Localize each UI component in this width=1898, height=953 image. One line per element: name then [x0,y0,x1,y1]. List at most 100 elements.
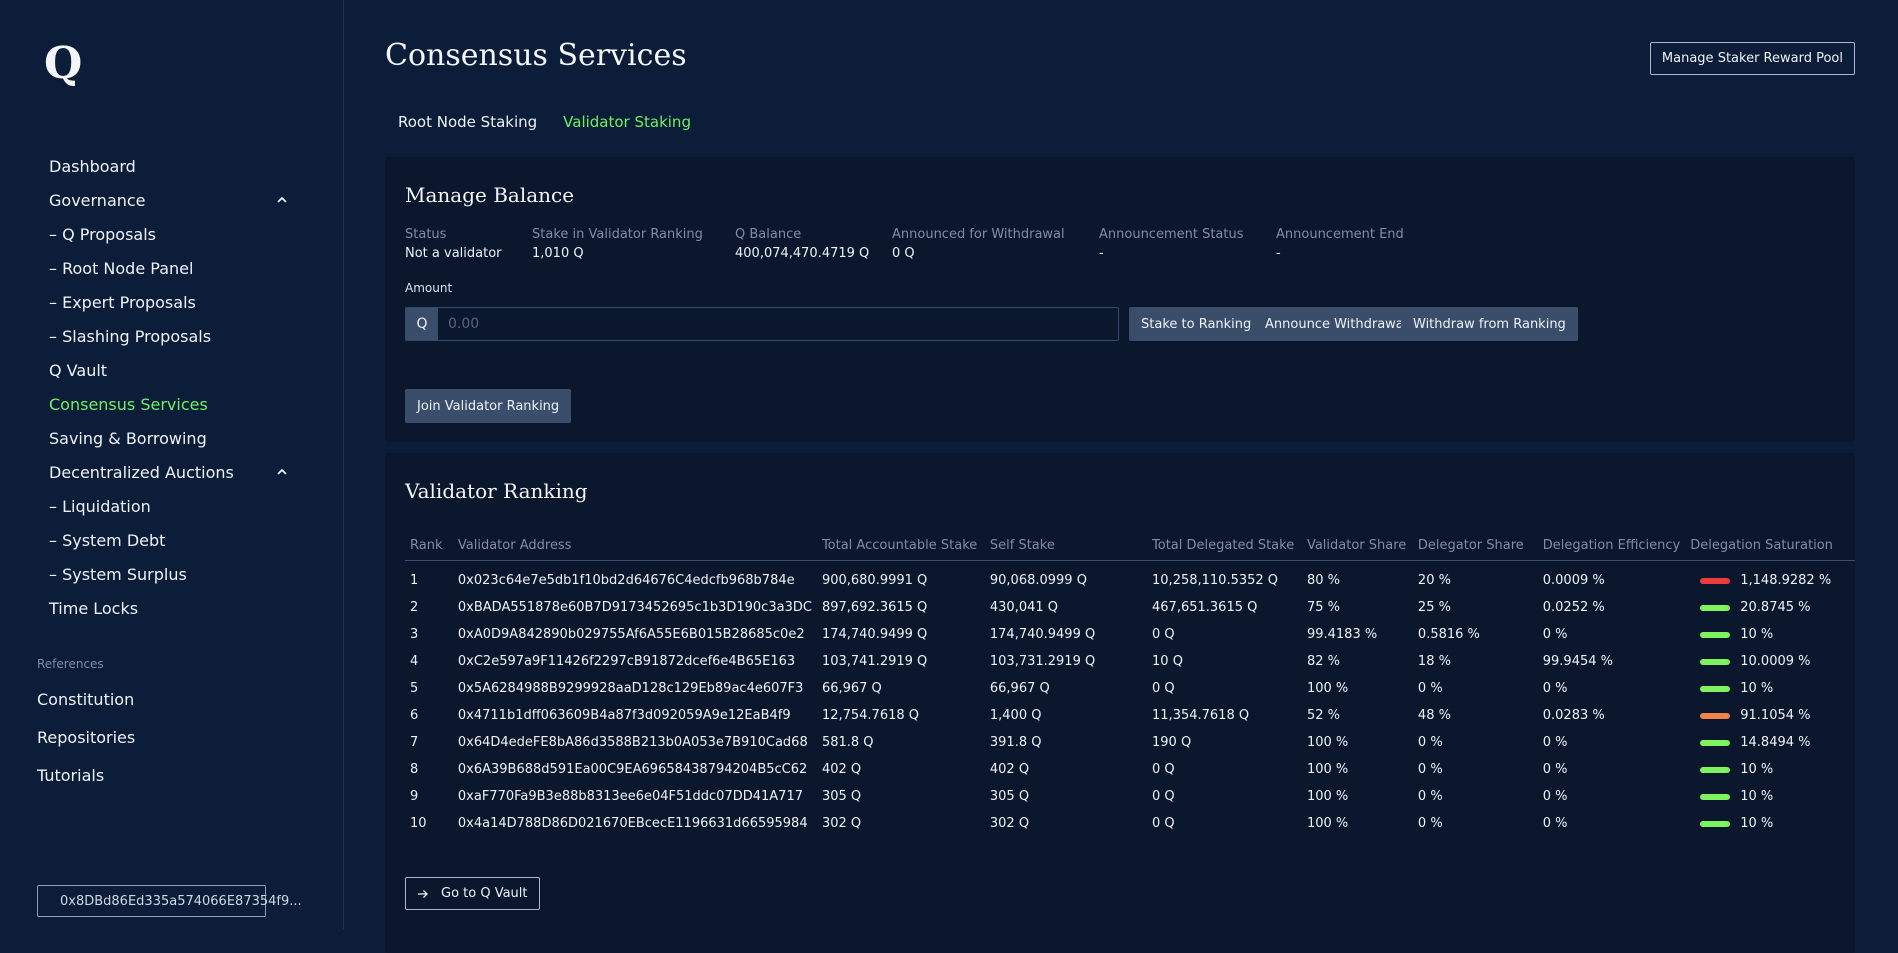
references-label: References [37,657,104,671]
sidebar-item-expert-proposals[interactable]: – Expert Proposals [49,285,289,319]
stat-status: Status Not a validator [405,227,502,261]
join-validator-ranking-button[interactable]: Join Validator Ranking [405,389,572,423]
sidebar-item-label: – Slashing Proposals [49,326,212,346]
sidebar: Q Dashboard Governance – Q Proposals – Root… [0,0,344,929]
cell-address[interactable]: 0xA0D9A842890b029755Af6A55E6B015B28685c0… [453,621,817,648]
cell-rank: 4 [410,654,419,669]
column-header[interactable]: Delegation Efficiency [1537,530,1686,561]
manage-staker-reward-pool-button[interactable]: Manage Staker Reward Pool [1649,42,1855,75]
sidebar-item-decentralized-auctions[interactable]: Decentralized Auctions [49,455,289,489]
sidebar-item-dashboard[interactable]: Dashboard [49,149,289,183]
stat-value: Not a validator [405,246,502,261]
saturation-wrap: 10 % [1690,681,1850,696]
cell-address[interactable]: 0x4a14D788D86D021670EBcecE1196631d665959… [453,810,817,837]
sidebar-item-saving-borrowing[interactable]: Saving & Borrowing [49,421,289,455]
table-row[interactable]: 5 0x5A6284988B9299928aaD128c129Eb89ac4e60… [405,675,1855,702]
cell-address[interactable]: 0xBADA551878e60B7D9173452695c1b3D190c3a3… [453,594,817,621]
chevron-up-icon[interactable] [275,193,289,207]
table-row[interactable]: 3 0xA0D9A842890b029755Af6A55E6B015B28685c… [405,621,1855,648]
manage-balance-title: Manage Balance [405,183,575,207]
saturation-indicator [1700,766,1731,773]
column-header[interactable]: Total Delegated Stake [1147,530,1302,561]
sidebar-item-root-node-panel[interactable]: – Root Node Panel [49,251,289,285]
cell-total: 12,754.7618 Q [821,708,920,723]
table-row[interactable]: 7 0x64D4edeFE8bA86d3588B213b0A053e7B910Ca… [405,729,1855,756]
sidebar-item-system-surplus[interactable]: – System Surplus [49,557,289,591]
cell-address[interactable]: 0x023c64e7e5db1f10bd2d64676C4edcfb968b78… [453,561,817,595]
cell-eff: 0 % [1542,627,1568,642]
cell-address[interactable]: 0x6A39B688d591Ea00C9EA69658438794204B5cC… [453,756,817,783]
sidebar-item-liquidation[interactable]: – Liquidation [49,489,289,523]
sidebar-item-label: Time Locks [49,598,139,618]
column-header[interactable]: Validator Share [1301,530,1413,561]
sidebar-item-q-proposals[interactable]: – Q Proposals [49,217,289,251]
cell-dshare: 20 % [1417,573,1451,588]
table-row[interactable]: 1 0x023c64e7e5db1f10bd2d64676C4edcfb968b7… [405,561,1855,595]
reference-repositories[interactable]: Repositories [37,718,135,756]
amount-input[interactable] [438,308,1118,340]
sidebar-item-governance[interactable]: Governance [49,183,289,217]
sidebar-item-slashing-proposals[interactable]: – Slashing Proposals [49,319,289,353]
table-row[interactable]: 2 0xBADA551878e60B7D9173452695c1b3D190c3a… [405,594,1855,621]
saturation-indicator [1700,631,1731,638]
cell-saturation: 91.1054 % [1685,702,1855,729]
table-row[interactable]: 4 0xC2e597a9F11426f2297cB91872dcef6e4B65E… [405,648,1855,675]
cell-address[interactable]: 0x64D4edeFE8bA86d3588B213b0A053e7B910Cad… [453,729,817,756]
column-header[interactable]: Self Stake [984,530,1148,561]
column-header[interactable]: Validator Address [452,530,817,561]
cell-total: 103,741.2919 Q [821,654,928,669]
stat-label: Status [405,227,447,242]
saturation-indicator [1700,604,1731,611]
column-header[interactable]: Delegation Saturation [1685,530,1855,561]
sidebar-item-label: Q Vault [49,360,108,380]
table-row[interactable]: 10 0x4a14D788D86D021670EBcecE1196631d6659… [405,810,1855,837]
cell-address[interactable]: 0x4711b1dff063609B4a87f3d092059A9e12EaB4… [453,702,817,729]
cell-vshare: 100 % [1306,735,1349,750]
cell-vshare: 82 % [1306,654,1340,669]
saturation-indicator [1700,712,1731,719]
cell-eff: 0 % [1542,762,1568,777]
cell-self: 66,967 Q [989,681,1050,696]
cell-dshare: 0.5816 % [1417,627,1480,642]
table-row[interactable]: 6 0x4711b1dff063609B4a87f3d092059A9e12EaB… [405,702,1855,729]
column-header[interactable]: Total Accountable Stake [816,530,985,561]
stat-announcement-end: Announcement End - [1276,227,1404,261]
cell-dshare: 25 % [1417,600,1451,615]
sidebar-item-consensus-services[interactable]: Consensus Services [49,387,289,421]
table-row[interactable]: 9 0xaF770Fa9B3e88b8313ee6e04F51ddc07DD41A… [405,783,1855,810]
reference-tutorials[interactable]: Tutorials [37,756,135,794]
go-to-q-vault-button[interactable]: Go to Q Vault [405,877,540,910]
chevron-up-icon[interactable] [275,465,289,479]
sidebar-item-q-vault[interactable]: Q Vault [49,353,289,387]
tab-validator-staking[interactable]: Validator Staking [563,113,691,131]
cell-address[interactable]: 0x5A6284988B9299928aaD128c129Eb89ac4e607… [453,675,817,702]
cell-total: 581.8 Q [821,735,874,750]
sidebar-item-label: – System Surplus [49,564,187,584]
stake-to-ranking-button[interactable]: Stake to Ranking [1129,307,1264,341]
q-logo[interactable]: Q [44,40,88,88]
saturation-value: 10 % [1740,789,1774,804]
stat-value: - [1099,246,1104,261]
stat-value: 0 Q [892,246,915,261]
go-to-q-vault-label: Go to Q Vault [441,886,528,901]
saturation-wrap: 10 % [1690,816,1850,831]
column-header[interactable]: Delegator Share [1412,530,1538,561]
arrow-right-icon [418,889,428,898]
cell-address[interactable]: 0xaF770Fa9B3e88b8313ee6e04F51ddc07DD41A7… [453,783,817,810]
cell-vshare: 80 % [1306,573,1340,588]
cell-delegated: 10 Q [1152,654,1183,669]
table-header-row: Rank Validator Address Total Accountable… [405,530,1855,561]
amount-prefix: Q [406,308,438,340]
sidebar-item-system-debt[interactable]: – System Debt [49,523,289,557]
tab-root-node-staking[interactable]: Root Node Staking [398,113,537,131]
cell-address[interactable]: 0xC2e597a9F11426f2297cB91872dcef6e4B65E1… [453,648,817,675]
copy-wallet-address-button[interactable]: 0x8DBd86Ed335a574066E87354f9... [37,885,302,917]
announce-withdrawal-button[interactable]: Announce Withdrawal [1253,307,1420,341]
cell-total: 174,740.9499 Q [821,627,928,642]
reference-constitution[interactable]: Constitution [37,680,135,718]
withdraw-from-ranking-button[interactable]: Withdraw from Ranking [1401,307,1578,341]
main-content: Consensus Services Manage Staker Reward … [344,0,1898,953]
column-header[interactable]: Rank [405,530,453,561]
sidebar-item-time-locks[interactable]: Time Locks [49,591,289,625]
table-row[interactable]: 8 0x6A39B688d591Ea00C9EA69658438794204B5c… [405,756,1855,783]
